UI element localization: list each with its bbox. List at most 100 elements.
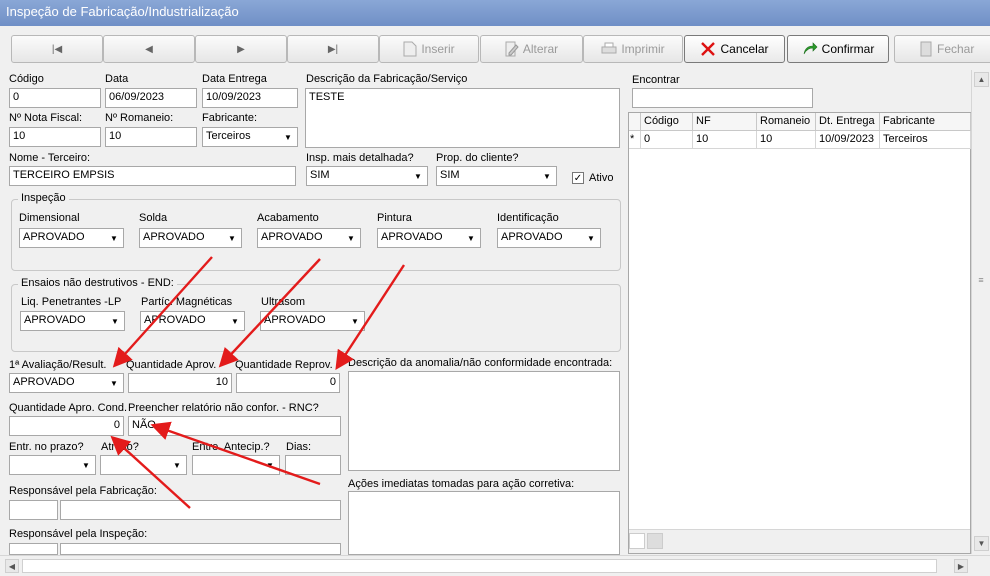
table-cell[interactable]: 10 — [757, 131, 816, 149]
ensaios-group-title: Ensaios não destrutivos - END: — [18, 277, 177, 289]
imprimir-button[interactable]: Imprimir — [583, 35, 683, 63]
avaliacao-label: 1ª Avaliação/Result. — [9, 359, 107, 371]
scroll-right-icon[interactable]: ▶ — [954, 559, 968, 573]
chevron-down-icon: ▼ — [231, 317, 239, 326]
scroll-up-icon[interactable]: ▲ — [974, 72, 989, 87]
acabamento-select[interactable]: APROVADO ▼ — [257, 228, 361, 248]
codigo-label: Código — [9, 73, 44, 85]
pintura-label: Pintura — [377, 212, 412, 224]
chevron-down-icon: ▼ — [82, 461, 90, 470]
next-record-button[interactable]: ▶ — [195, 35, 287, 63]
data-input[interactable]: 06/09/2023 — [105, 88, 197, 108]
vertical-scrollbar[interactable]: ▲ ≡ ▼ — [971, 70, 990, 554]
qtd-aprov-input[interactable]: 10 — [128, 373, 232, 393]
scrollbar-thumb[interactable] — [647, 533, 663, 549]
resp-fabricacao-code-input[interactable] — [9, 500, 58, 520]
resp-fabricacao-label: Responsável pela Fabricação: — [9, 485, 157, 497]
qtd-reprov-input[interactable]: 0 — [236, 373, 340, 393]
rnc-input[interactable]: NÃO — [128, 416, 341, 436]
resp-inspecao-name-input[interactable] — [60, 543, 341, 555]
dias-label: Dias: — [286, 441, 312, 453]
liq-penetrantes-label: Liq. Penetrantes -LP — [21, 296, 122, 308]
pintura-select[interactable]: APROVADO ▼ — [377, 228, 481, 248]
fechar-button[interactable]: Fechar — [894, 35, 990, 63]
horizontal-scrollbar[interactable]: ◀ ▶ — [0, 555, 990, 576]
romaneio-input[interactable]: 10 — [105, 127, 197, 147]
grid-header-codigo[interactable]: Código — [641, 113, 693, 131]
encontrar-input[interactable] — [632, 88, 813, 108]
identificacao-select[interactable]: APROVADO ▼ — [497, 228, 601, 248]
insp-detalhada-label: Insp. mais detalhada? — [306, 152, 414, 164]
dimensional-select[interactable]: APROVADO ▼ — [19, 228, 124, 248]
row-indicator-header — [629, 113, 641, 131]
table-cell[interactable]: 0 — [641, 131, 693, 149]
nome-terceiro-input[interactable]: TERCEIRO EMPSIS — [9, 166, 296, 186]
scroll-down-icon[interactable]: ▼ — [974, 536, 989, 551]
table-cell[interactable]: Terceiros — [880, 131, 971, 149]
cancelar-button[interactable]: Cancelar — [684, 35, 785, 63]
inserir-button[interactable]: Inserir — [379, 35, 479, 63]
partic-magneticas-label: Partíc. Magnéticas — [141, 296, 233, 308]
qtd-apro-cond-input[interactable]: 0 — [9, 416, 124, 436]
entr-prazo-select[interactable]: ▼ — [9, 455, 96, 475]
confirm-arrow-icon — [803, 42, 818, 55]
avaliacao-select[interactable]: APROVADO ▼ — [9, 373, 124, 393]
ultrasom-select[interactable]: APROVADO ▼ — [260, 311, 365, 331]
descricao-anomalia-textarea[interactable] — [348, 371, 620, 471]
qtd-apro-cond-label: Quantidade Apro. Cond. — [9, 402, 128, 414]
descricao-textarea[interactable]: TESTE — [305, 88, 620, 148]
ativo-checkbox[interactable]: ✓ — [572, 172, 584, 184]
scrollbar-thumb[interactable] — [22, 559, 937, 573]
chevron-down-icon: ▼ — [173, 461, 181, 470]
acoes-imediatas-textarea[interactable] — [348, 491, 620, 555]
last-record-button[interactable]: ▶| — [287, 35, 379, 63]
romaneio-label: Nº Romaneio: — [105, 112, 174, 124]
close-door-icon — [920, 41, 932, 57]
grid-horizontal-scrollbar[interactable] — [629, 529, 970, 553]
prev-record-button[interactable]: ◀ — [103, 35, 195, 63]
records-grid: Código NF Romaneio Dt. Entrega Fabricant… — [628, 112, 971, 554]
descricao-anomalia-label: Descrição da anomalia/não conformidade e… — [348, 357, 613, 369]
partic-magneticas-select[interactable]: APROVADO ▼ — [140, 311, 245, 331]
resp-inspecao-code-input[interactable] — [9, 543, 58, 555]
chevron-down-icon: ▼ — [266, 461, 274, 470]
insp-detalhada-select[interactable]: SIM ▼ — [306, 166, 428, 186]
solda-select[interactable]: APROVADO ▼ — [139, 228, 242, 248]
data-entrega-input[interactable]: 10/09/2023 — [202, 88, 298, 108]
cancel-x-icon — [701, 42, 716, 56]
first-record-button[interactable]: |◀ — [11, 35, 103, 63]
entre-antecip-label: Entre. Antecip.? — [192, 441, 270, 453]
identificacao-label: Identificação — [497, 212, 559, 224]
alterar-button[interactable]: Alterar — [480, 35, 583, 63]
table-cell[interactable]: 10 — [693, 131, 757, 149]
data-entrega-label: Data Entrega — [202, 73, 267, 85]
scroll-grip-icon: ≡ — [978, 275, 984, 285]
scroll-left-icon[interactable]: ◀ — [5, 559, 19, 573]
ativo-label: Ativo — [589, 172, 614, 184]
confirmar-button[interactable]: Confirmar — [787, 35, 889, 63]
chevron-down-icon: ▼ — [111, 317, 119, 326]
liq-penetrantes-select[interactable]: APROVADO ▼ — [20, 311, 125, 331]
dias-input[interactable] — [285, 455, 341, 475]
entr-prazo-label: Entr. no prazo? — [9, 441, 84, 453]
solda-label: Solda — [139, 212, 168, 224]
atraso-label: Atraso? — [101, 441, 139, 453]
prop-cliente-select[interactable]: SIM ▼ — [436, 166, 557, 186]
chevron-down-icon: ▼ — [228, 234, 236, 243]
atraso-select[interactable]: ▼ — [100, 455, 187, 475]
codigo-input[interactable]: 0 — [9, 88, 101, 108]
nota-fiscal-input[interactable]: 10 — [9, 127, 101, 147]
grid-header-fabricante[interactable]: Fabricante — [880, 113, 971, 131]
grid-header-romaneio[interactable]: Romaneio — [757, 113, 816, 131]
dimensional-label: Dimensional — [19, 212, 80, 224]
grid-header-dt-entrega[interactable]: Dt. Entrega — [816, 113, 880, 131]
ultrasom-label: Ultrasom — [261, 296, 306, 308]
first-record-icon: |◀ — [51, 43, 63, 55]
table-cell[interactable]: 10/09/2023 — [816, 131, 880, 149]
edit-icon — [505, 41, 519, 57]
entre-antecip-select[interactable]: ▼ — [192, 455, 280, 475]
fabricante-select[interactable]: Terceiros ▼ — [202, 127, 298, 147]
grid-header-nf[interactable]: NF — [693, 113, 757, 131]
resp-fabricacao-name-input[interactable] — [60, 500, 341, 520]
nota-fiscal-label: Nº Nota Fiscal: — [9, 112, 83, 124]
